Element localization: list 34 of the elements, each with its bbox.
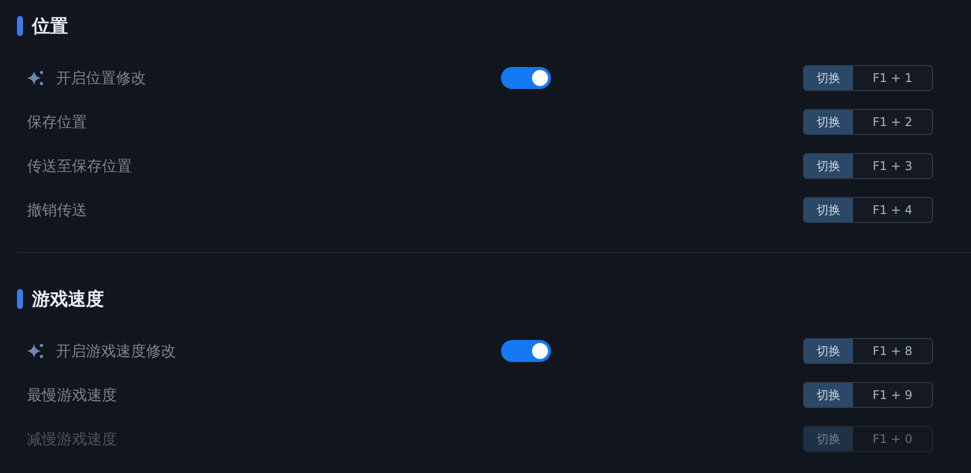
setting-label: 传送至保存位置 [27,156,132,176]
hotkey-field[interactable]: 切换 F1 + 9 [803,382,933,408]
hotkey-keys: F1 + 4 [853,198,932,222]
hotkey-keys: F1 + 3 [853,154,932,178]
hotkey-action: 切换 [804,198,853,222]
hotkey-action: 切换 [804,154,853,178]
setting-label: 减慢游戏速度 [27,430,117,448]
setting-label: 开启位置修改 [56,68,146,88]
toggle-switch[interactable] [501,340,551,362]
hotkey-field[interactable]: 切换 F1 + 3 [803,153,933,179]
hotkey-keys: F1 + 1 [853,66,932,90]
hotkey-action: 切换 [804,427,853,451]
setting-label: 开启游戏速度修改 [56,342,176,360]
section-marker [17,289,23,309]
setting-label: 撤销传送 [27,200,87,220]
sparkle-icon [27,69,45,87]
hotkey-action: 切换 [804,66,853,90]
hotkey-action: 切换 [804,383,853,407]
setting-label: 最慢游戏速度 [27,386,117,404]
sparkle-icon [27,342,45,360]
hotkey-keys: F1 + 8 [853,339,932,363]
toggle-switch[interactable] [501,67,551,89]
hotkey-action: 切换 [804,339,853,363]
setting-label: 保存位置 [27,112,87,132]
hotkey-field[interactable]: 切换 F1 + 1 [803,65,933,91]
hotkey-keys: F1 + 9 [853,383,932,407]
hotkey-action: 切换 [804,110,853,134]
section-marker [17,16,23,36]
hotkey-field[interactable]: 切换 F1 + 4 [803,197,933,223]
hotkey-field[interactable]: 切换 F1 + 2 [803,109,933,135]
hotkey-keys: F1 + 2 [853,110,932,134]
hotkey-field[interactable]: 切换 F1 + 8 [803,338,933,364]
section-title: 游戏速度 [32,288,104,311]
section-title: 位置 [32,15,68,38]
